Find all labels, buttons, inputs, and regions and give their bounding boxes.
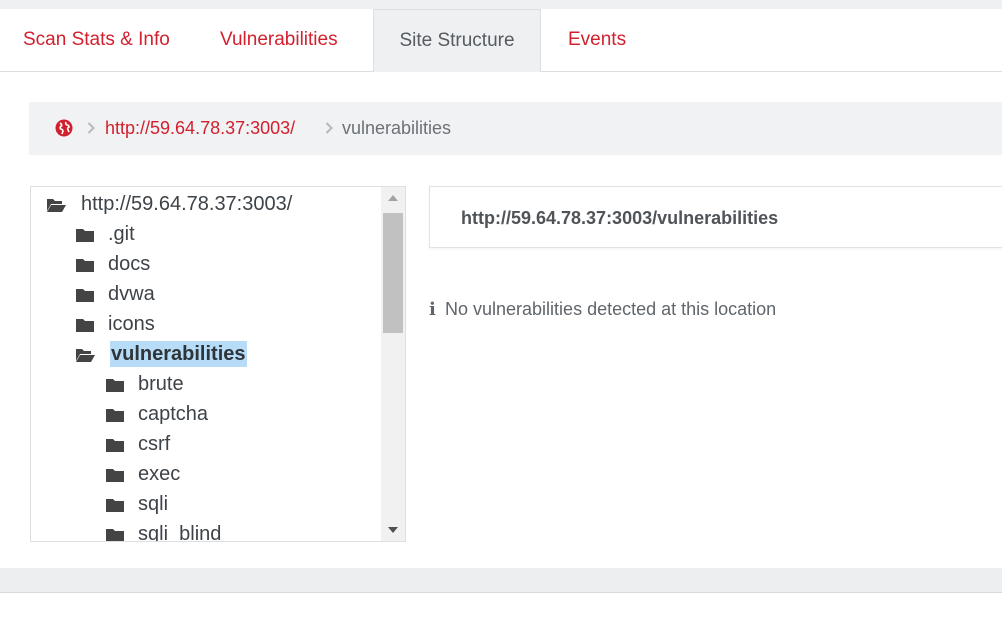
folder-icon [106, 529, 124, 541]
folder-icon [106, 499, 124, 512]
tree-item-label: brute [138, 373, 184, 395]
folder-icon [76, 289, 94, 302]
footer-divider [0, 592, 1002, 593]
tab-site-structure[interactable]: Site Structure [373, 9, 541, 72]
tree-item-label: sqli [138, 493, 169, 515]
site-tree: http://59.64.78.37:3003/ .git docs dvwa … [30, 186, 406, 542]
tree-item-label: captcha [138, 403, 209, 425]
info-icon: i [429, 299, 436, 320]
folder-icon [76, 259, 94, 272]
scroll-down-icon[interactable] [381, 519, 405, 541]
tree-item-label: sqli_blind [138, 523, 222, 542]
scroll-thumb[interactable] [383, 213, 403, 333]
tab-events[interactable]: Events [568, 9, 626, 71]
tree-item-label: exec [138, 463, 181, 485]
tab-scan-stats[interactable]: Scan Stats & Info [23, 9, 170, 71]
tree-item-label: docs [108, 253, 151, 275]
folder-icon [106, 379, 124, 392]
location-url-panel: http://59.64.78.37:3003/vulnerabilities [429, 186, 1002, 248]
folder-open-icon [47, 199, 66, 212]
breadcrumb: http://59.64.78.37:3003/ vulnerabilities [29, 102, 1002, 155]
chevron-right-icon [325, 122, 333, 134]
tree-item-label: .git [108, 223, 135, 245]
tab-bar: Scan Stats & Info Vulnerabilities Site S… [0, 9, 1002, 72]
breadcrumb-current: vulnerabilities [342, 118, 452, 138]
tree-scrollbar[interactable] [381, 187, 405, 541]
tree-item-label: dvwa [108, 283, 155, 305]
tree-item-label: icons [108, 313, 155, 335]
folder-icon [106, 409, 124, 422]
info-message-text: No vulnerabilities detected at this loca… [445, 299, 777, 319]
info-message: i No vulnerabilities detected at this loc… [429, 296, 776, 322]
chevron-right-icon [87, 122, 95, 134]
tree-item-label: vulnerabilities [110, 341, 247, 367]
tree-item-label: csrf [138, 433, 171, 455]
folder-open-icon [76, 349, 95, 362]
top-strip [0, 0, 1002, 9]
tree-root-label: http://59.64.78.37:3003/ [81, 193, 293, 215]
footer-strip [0, 568, 1002, 592]
scroll-up-icon[interactable] [381, 187, 405, 209]
folder-icon [106, 439, 124, 452]
folder-icon [76, 229, 94, 242]
location-url: http://59.64.78.37:3003/vulnerabilities [461, 208, 779, 228]
breadcrumb-root-link[interactable]: http://59.64.78.37:3003/ [105, 102, 295, 155]
globe-icon[interactable] [55, 119, 73, 137]
tab-vulnerabilities[interactable]: Vulnerabilities [220, 9, 338, 71]
folder-icon [76, 319, 94, 332]
folder-icon [106, 469, 124, 482]
